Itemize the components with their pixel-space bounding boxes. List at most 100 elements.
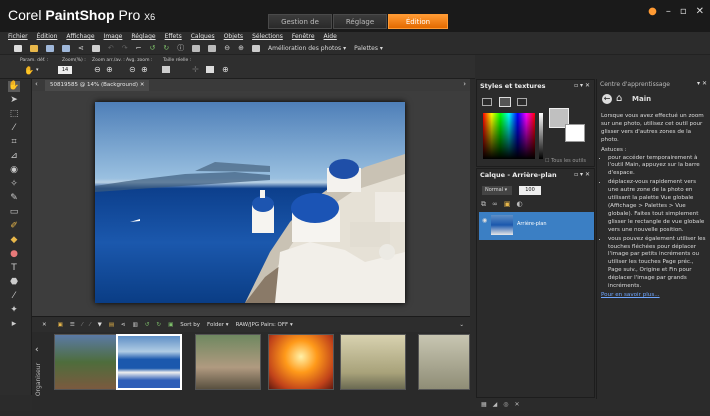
ok-icon[interactable]: ⊕ (222, 65, 229, 74)
lock-icon[interactable]: ▣ (504, 200, 511, 209)
background-swatch[interactable] (565, 124, 585, 142)
zoom-out-icon[interactable]: ⊖ (224, 44, 230, 52)
real-size-icon[interactable] (206, 66, 214, 73)
info-icon[interactable]: ⓘ (177, 43, 184, 53)
save-icon[interactable] (46, 44, 54, 52)
learn-close-icon[interactable]: ▾ ✕ (697, 80, 707, 87)
menu-effects[interactable]: Effets (165, 32, 182, 42)
styles-close-icon[interactable]: ▫ ▾ ✕ (574, 82, 590, 89)
menu-layers[interactable]: Calques (191, 32, 215, 42)
zoom-in-tool-icon[interactable]: ⊕ (106, 65, 113, 74)
layer-row-background[interactable]: ◉ Arrière-plan (479, 212, 594, 240)
picture-icon[interactable] (517, 98, 527, 106)
clone-tool-icon[interactable]: ✎ (8, 193, 20, 204)
restore-icon[interactable]: ▫ (680, 6, 687, 17)
straighten-tool-icon[interactable]: ⊿ (8, 151, 20, 162)
close-tab-icon[interactable]: ✕ (140, 82, 145, 88)
adjust-layer-icon[interactable]: ◢ (493, 401, 498, 408)
print-org-icon[interactable]: ▥ (133, 322, 138, 328)
selection-tool-icon[interactable]: ⬚ (8, 109, 20, 120)
share-icon[interactable]: ⋖ (78, 44, 84, 52)
open-icon[interactable] (30, 44, 38, 52)
document-tab[interactable]: 50819585 @ 14% (Background) ✕ (45, 80, 150, 91)
more-tools-icon[interactable]: ▸ (8, 319, 20, 330)
menu-objects[interactable]: Objets (224, 32, 243, 42)
zoom-in-icon[interactable]: ⊕ (238, 44, 244, 52)
sort-dropdown[interactable]: Folder ▾ (207, 322, 229, 328)
thumbnail-2-selected[interactable] (116, 334, 182, 390)
blend-mode-select[interactable]: Normal ▾ (482, 186, 512, 195)
thumbnail-6[interactable] (418, 334, 470, 390)
enhance-menu[interactable]: Amélioration des photos ▾ (268, 45, 346, 52)
santorini-photo[interactable] (95, 102, 405, 303)
image-org-icon[interactable]: ▣ (168, 322, 173, 328)
rotate-left-org-icon[interactable]: ↺ (145, 322, 150, 328)
save-as-icon[interactable] (62, 44, 70, 52)
tab-edit[interactable]: Édition (388, 14, 448, 29)
browse-icon[interactable]: ▣ (58, 322, 63, 328)
zoom-out-tool-icon[interactable]: ⊖ (94, 65, 101, 74)
new-layer-icon[interactable]: ⧉ (481, 200, 486, 209)
opacity-input[interactable]: 100 (519, 186, 541, 195)
warp-tool-icon[interactable]: ✦ (8, 305, 20, 316)
list-icon[interactable]: ☰ (70, 322, 75, 328)
rotate-right-org-icon[interactable]: ↻ (156, 322, 161, 328)
raw-jpg-dropdown[interactable]: RAW/JPG Pairs: OFF ▾ (236, 322, 293, 328)
preset-dropdown[interactable]: ▾ (36, 67, 39, 73)
print-icon[interactable] (91, 44, 100, 52)
redeye-tool-icon[interactable]: ◉ (8, 165, 20, 176)
close-icon[interactable]: ✕ (696, 6, 704, 17)
delete-layer-icon[interactable]: ✕ (515, 401, 520, 408)
tab-adjust[interactable]: Réglage (333, 14, 387, 29)
dodge-tool-icon[interactable]: ● (8, 249, 20, 260)
home-icon[interactable]: ⌂ (616, 93, 622, 104)
shape-tool-icon[interactable]: ⬣ (8, 277, 20, 288)
menu-view[interactable]: Affichage (66, 32, 94, 42)
eraser-tool-icon[interactable]: ▭ (8, 207, 20, 218)
text-tool-icon[interactable]: T (8, 263, 20, 274)
menu-file[interactable]: Fichier (8, 32, 28, 42)
zoom-input[interactable]: 14 (58, 66, 72, 74)
rotate-left-icon[interactable]: ↺ (150, 44, 156, 52)
tab-scroll-left-icon[interactable]: ‹ (35, 80, 38, 88)
minimize-icon[interactable]: – (666, 6, 671, 17)
dropper-tool-icon[interactable]: ⁄ (8, 123, 20, 134)
pick-tool-icon[interactable]: ➤ (8, 95, 20, 106)
canvas-area[interactable] (32, 91, 470, 316)
enhance-icon[interactable] (252, 44, 260, 52)
redo-icon[interactable]: ↷ (122, 44, 128, 52)
show-icon[interactable]: ▼ (98, 322, 102, 328)
layer-name[interactable]: Arrière-plan (517, 221, 547, 227)
back-icon[interactable]: ← (602, 94, 612, 104)
swatches-icon[interactable] (499, 97, 511, 107)
tab-scroll-right-icon[interactable]: › (463, 80, 466, 88)
grid-icon[interactable] (192, 44, 201, 52)
menu-edit[interactable]: Édition (37, 32, 58, 42)
thumbnail-5[interactable] (340, 334, 406, 390)
visibility-icon[interactable]: ◉ (482, 217, 487, 224)
tab-manage[interactable]: Gestion de photos (268, 14, 332, 41)
color-spectrum[interactable] (483, 113, 535, 159)
fill-tool-icon[interactable]: ◆ (8, 235, 20, 246)
all-tools-checkbox[interactable]: ☐ Tous les outils (545, 158, 586, 164)
rotate-right-icon[interactable]: ↻ (163, 44, 169, 52)
menu-help[interactable]: Aide (324, 32, 337, 42)
organizer-collapse-icon[interactable]: ⌄ (459, 322, 464, 328)
new-raster-icon[interactable]: ▦ (481, 401, 487, 408)
hand-preset-icon[interactable]: ✋ (24, 66, 34, 75)
zoom-out-step-icon[interactable]: ⊝ (129, 65, 136, 74)
grayscale-strip[interactable] (539, 113, 543, 159)
user-icon[interactable]: ● (648, 6, 657, 17)
crop-icon[interactable]: ⌐ (136, 44, 142, 52)
palettes-menu[interactable]: Palettes ▾ (354, 45, 383, 52)
undo-icon[interactable]: ↶ (108, 44, 114, 52)
menu-adjust[interactable]: Réglage (131, 32, 155, 42)
tag-icon[interactable]: ⁄ (90, 322, 91, 328)
fit-icon[interactable] (162, 66, 170, 73)
thumbnail-4[interactable] (268, 334, 334, 390)
folder-icon[interactable]: ▤ (109, 322, 114, 328)
frame-icon[interactable] (482, 98, 492, 106)
actual-size-icon[interactable]: ✛ (192, 65, 199, 74)
link-icon[interactable]: ∞ (492, 200, 498, 209)
pen-tool-icon[interactable]: ⁄ (8, 291, 20, 302)
